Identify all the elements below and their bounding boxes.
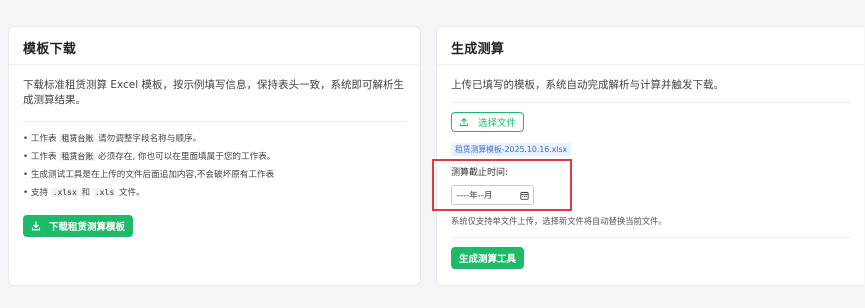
list-item: • 工作表 租赁台账 必须存在, 你也可以在里面填属于您的工作表。 (23, 152, 276, 162)
generate-description: 上传已填写的模板，系统自动完成解析与计算并触发下载。 (451, 79, 724, 91)
card-title: 生成测算 (437, 27, 864, 65)
code-ext-xls: .xls (92, 188, 117, 197)
highlight-box (432, 159, 572, 211)
template-rules-list: • 工作表 租赁台账 请勿调整字段名称与顺序。 • 工作表 租赁台账 必须存在,… (23, 130, 406, 202)
divider (23, 121, 406, 122)
download-template-button[interactable]: 下载租赁测算模板 (23, 215, 134, 237)
choose-file-button[interactable]: 选择文件 (451, 112, 525, 132)
template-download-card: 模板下载 下载标准租赁测算 Excel 模板，按示例填写信息，保持表头一致，系统… (8, 26, 421, 286)
divider (451, 237, 850, 238)
single-file-note: 系统仅支持单文件上传，选择新文件将自动替换当前文件。 (451, 216, 667, 226)
generate-tool-button[interactable]: 生成测算工具 (451, 247, 525, 269)
code-ext-xlsx: .xlsx (50, 188, 79, 197)
card-title: 模板下载 (9, 27, 420, 65)
download-icon (31, 221, 41, 231)
upload-icon (459, 118, 469, 127)
generate-calculation-card: 生成测算 上传已填写的模板，系统自动完成解析与计算并触发下载。 选择文件 租赁测… (436, 26, 864, 286)
choose-file-label: 选择文件 (478, 118, 517, 129)
download-template-label: 下载租赁测算模板 (49, 222, 126, 233)
generate-tool-label: 生成测算工具 (459, 254, 517, 265)
code-sheet-name: 租赁台账 (59, 152, 96, 161)
selected-file-tag[interactable]: 租赁测算模板-2025.10.16.xlsx (451, 143, 572, 156)
list-item: • 支持 .xlsx 和 .xls 文件。 (23, 188, 145, 198)
divider (451, 102, 850, 103)
list-item: • 生成测试工具是在上传的文件后面追加内容,不会破坏原有工作表 (23, 170, 275, 180)
list-item: • 工作表 租赁台账 请勿调整字段名称与顺序。 (23, 134, 202, 144)
code-sheet-name: 租赁台账 (59, 134, 96, 143)
template-description: 下载标准租赁测算 Excel 模板，按示例填写信息，保持表头一致，系统即可解析生… (23, 79, 404, 106)
